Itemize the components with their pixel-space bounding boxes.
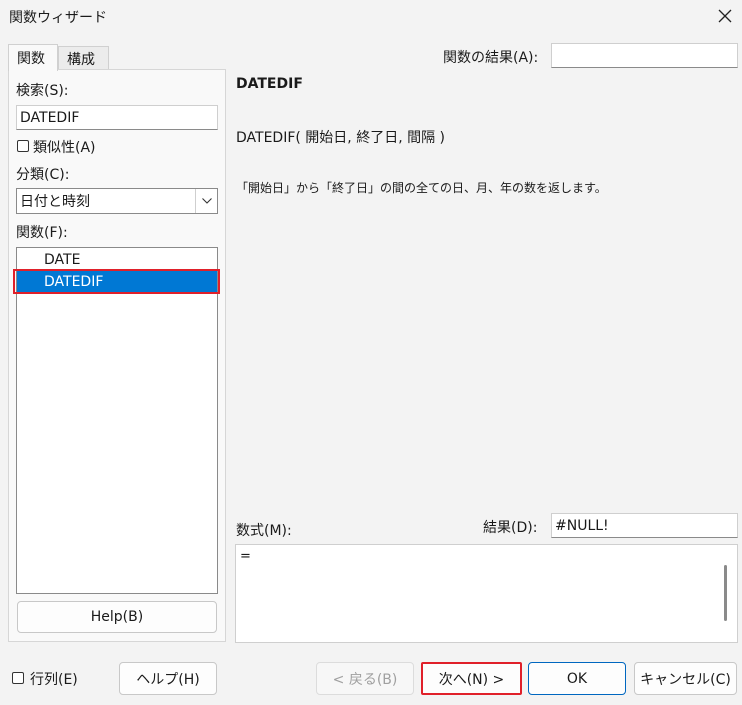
functions-label: 関数(F): xyxy=(16,225,68,241)
tab-functions[interactable]: 関数 xyxy=(8,44,58,71)
function-description: 「開始日」から「終了日」の間の全ての日、月、年の数を返します。 xyxy=(236,181,607,195)
cancel-button[interactable]: キャンセル(C) xyxy=(634,662,737,695)
tab-structure[interactable]: 構成 xyxy=(58,46,109,70)
similar-label: 類似性(A) xyxy=(33,140,96,156)
category-select[interactable]: 日付と時刻 xyxy=(16,188,218,214)
array-label: 行列(E) xyxy=(30,672,78,688)
chevron-down-icon xyxy=(195,189,217,213)
array-checkbox[interactable] xyxy=(12,672,24,684)
search-input[interactable]: DATEDIF xyxy=(16,105,218,130)
window-title: 関数ウィザード xyxy=(9,10,107,26)
result-field: #NULL! xyxy=(551,513,738,538)
similar-checkbox[interactable] xyxy=(17,140,29,152)
back-button[interactable]: < 戻る(B) xyxy=(316,662,414,695)
function-syntax: DATEDIF( 開始日, 終了日, 間隔 ) xyxy=(236,130,446,146)
function-result-label: 関数の結果(A): xyxy=(443,50,539,66)
formula-label: 数式(M): xyxy=(236,523,292,539)
help-button[interactable]: ヘルプ(H) xyxy=(119,662,217,695)
formula-text: = xyxy=(240,549,251,564)
list-item-date[interactable]: DATE xyxy=(17,249,217,271)
formula-scrollbar[interactable] xyxy=(724,565,727,621)
formula-input[interactable]: = xyxy=(235,544,738,643)
search-label: 検索(S): xyxy=(16,83,69,99)
result-label: 結果(D): xyxy=(483,520,538,536)
close-button[interactable] xyxy=(712,4,738,28)
function-name: DATEDIF xyxy=(236,76,303,92)
ok-button[interactable]: OK xyxy=(528,662,626,695)
help-b-button[interactable]: Help(B) xyxy=(17,601,217,633)
close-icon xyxy=(718,9,732,23)
highlight-outline xyxy=(13,269,220,294)
category-label: 分類(C): xyxy=(16,167,70,183)
next-button[interactable]: 次へ(N) > xyxy=(421,662,522,695)
category-value: 日付と時刻 xyxy=(20,194,90,210)
function-result-field xyxy=(551,43,738,68)
functions-list[interactable]: DATE DATEDIF xyxy=(16,247,218,594)
